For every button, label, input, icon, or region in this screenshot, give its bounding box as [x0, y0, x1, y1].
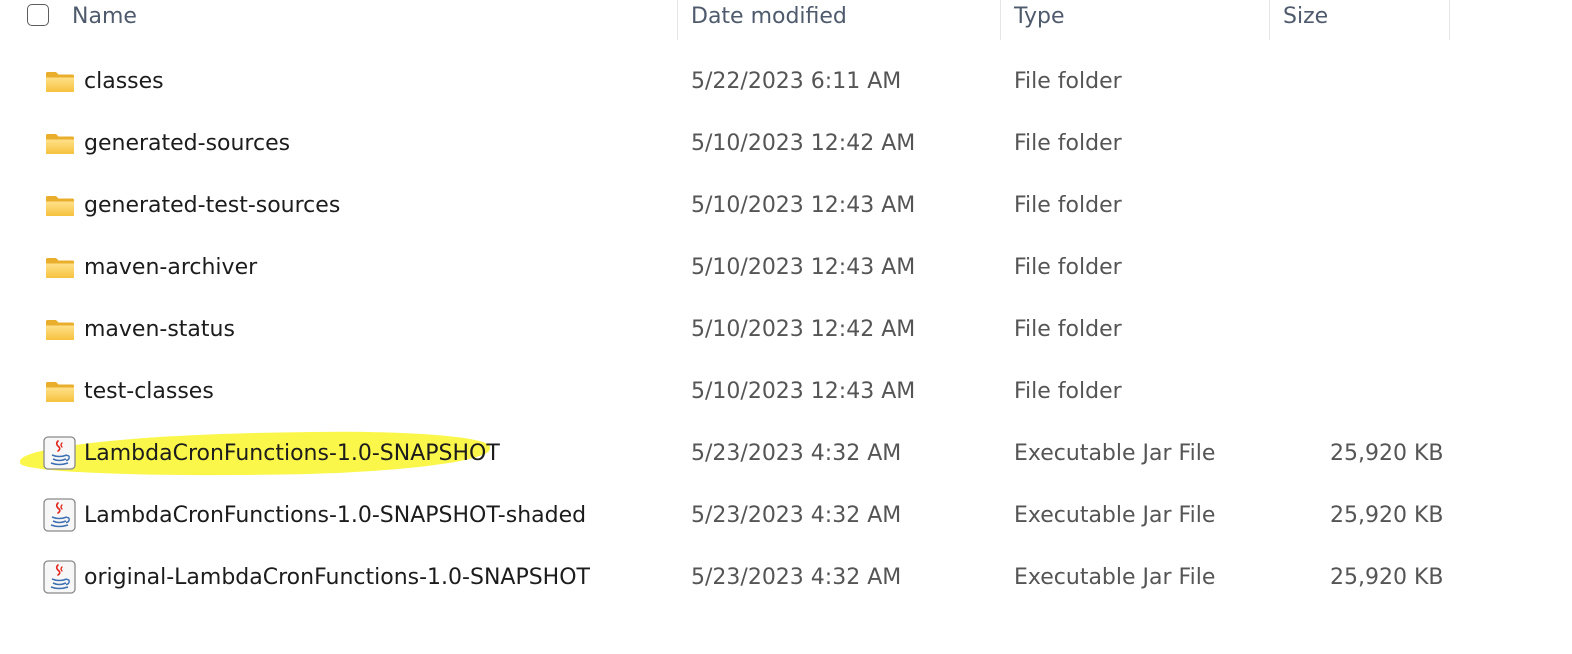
date-modified: 5/23/2023 4:32 AM: [691, 503, 902, 528]
column-divider[interactable]: [1449, 0, 1450, 40]
java-jar-icon: [43, 498, 76, 532]
file-row[interactable]: generated-test-sources 5/10/2023 12:43 A…: [0, 175, 1572, 237]
folder-icon: [45, 195, 75, 217]
file-type: File folder: [1014, 255, 1122, 280]
file-type: Executable Jar File: [1014, 441, 1216, 466]
file-name: generated-test-sources: [84, 193, 341, 218]
file-name: LambdaCronFunctions-1.0-SNAPSHOT: [84, 441, 500, 466]
file-row[interactable]: generated-sources 5/10/2023 12:42 AM Fil…: [0, 113, 1572, 175]
date-modified: 5/10/2023 12:42 AM: [691, 131, 916, 156]
java-jar-icon: [43, 560, 76, 594]
folder-icon: [45, 257, 75, 279]
date-modified: 5/10/2023 12:43 AM: [691, 255, 916, 280]
file-row[interactable]: classes 5/22/2023 6:11 AM File folder: [0, 51, 1572, 113]
file-row[interactable]: LambdaCronFunctions-1.0-SNAPSHOT 5/23/20…: [0, 423, 1572, 485]
file-name: original-LambdaCronFunctions-1.0-SNAPSHO…: [84, 565, 590, 590]
date-modified: 5/23/2023 4:32 AM: [691, 565, 902, 590]
file-type: Executable Jar File: [1014, 503, 1216, 528]
file-row[interactable]: LambdaCronFunctions-1.0-SNAPSHOT-shaded …: [0, 485, 1572, 547]
date-modified-column-header[interactable]: Date modified: [678, 0, 1000, 40]
type-column-header[interactable]: Type: [1001, 0, 1269, 40]
file-type: File folder: [1014, 379, 1122, 404]
name-column-header[interactable]: Name: [59, 0, 677, 40]
date-modified: 5/10/2023 12:43 AM: [691, 193, 916, 218]
file-type: File folder: [1014, 69, 1122, 94]
file-name: LambdaCronFunctions-1.0-SNAPSHOT-shaded: [84, 503, 587, 528]
date-modified: 5/10/2023 12:43 AM: [691, 379, 916, 404]
file-name: test-classes: [84, 379, 214, 404]
file-type: Executable Jar File: [1014, 565, 1216, 590]
size-column-header[interactable]: Size: [1270, 0, 1449, 40]
java-jar-icon: [43, 436, 76, 470]
date-modified: 5/10/2023 12:42 AM: [691, 317, 916, 342]
file-name: maven-archiver: [84, 255, 258, 280]
date-modified: 5/23/2023 4:32 AM: [691, 441, 902, 466]
folder-icon: [45, 133, 75, 155]
file-type: File folder: [1014, 131, 1122, 156]
date-modified: 5/22/2023 6:11 AM: [691, 69, 902, 94]
file-name: generated-sources: [84, 131, 291, 156]
column-header-bar: Name Date modified Type Size: [0, 0, 1572, 40]
file-row[interactable]: original-LambdaCronFunctions-1.0-SNAPSHO…: [0, 547, 1572, 609]
file-name: maven-status: [84, 317, 235, 342]
file-type: File folder: [1014, 193, 1122, 218]
folder-icon: [45, 381, 75, 403]
file-row[interactable]: maven-status 5/10/2023 12:42 AM File fol…: [0, 299, 1572, 361]
file-type: File folder: [1014, 317, 1122, 342]
file-size: 25,920 KB: [1330, 441, 1444, 466]
file-name: classes: [84, 69, 164, 94]
file-size: 25,920 KB: [1330, 503, 1444, 528]
select-all-checkbox[interactable]: [27, 4, 49, 26]
file-row[interactable]: maven-archiver 5/10/2023 12:43 AM File f…: [0, 237, 1572, 299]
file-size: 25,920 KB: [1330, 565, 1444, 590]
folder-icon: [45, 319, 75, 341]
file-row[interactable]: test-classes 5/10/2023 12:43 AM File fol…: [0, 361, 1572, 423]
folder-icon: [45, 71, 75, 93]
